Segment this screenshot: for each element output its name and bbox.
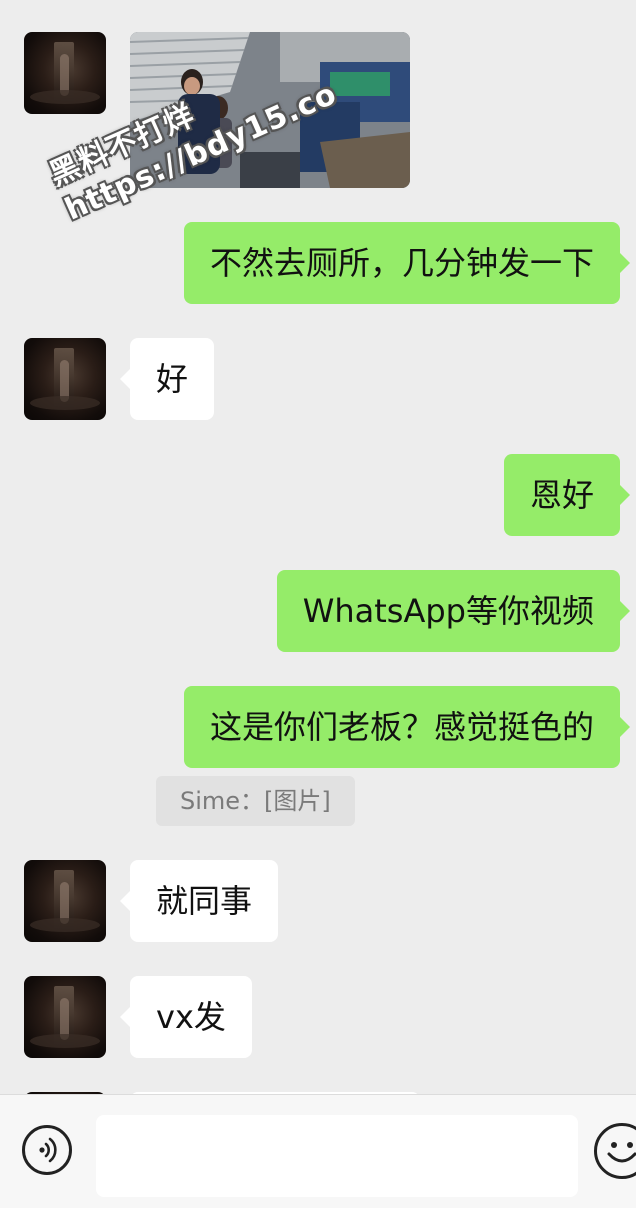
quoted-message[interactable]: Sime：[图片] — [156, 776, 355, 826]
message-bubble-incoming[interactable]: vx发 — [120, 976, 252, 1058]
message-bubble-outgoing[interactable]: 不然去厕所，几分钟发一下 — [183, 222, 631, 304]
input-bar — [0, 1094, 636, 1208]
emoji-icon[interactable] — [594, 1123, 636, 1179]
message-bubble-incoming[interactable]: 好 — [119, 338, 215, 420]
contact-avatar[interactable] — [24, 976, 106, 1058]
contact-avatar[interactable] — [24, 860, 106, 942]
message-input[interactable] — [96, 1115, 578, 1197]
message-bubble-outgoing[interactable]: 这是你们老板？感觉挺色的 — [183, 686, 631, 768]
message-bubble-outgoing[interactable]: 恩好 — [503, 454, 631, 536]
contact-avatar[interactable] — [24, 32, 106, 114]
voice-icon[interactable] — [22, 1125, 72, 1175]
message-bubble-outgoing[interactable]: WhatsApp等你视频 — [276, 570, 631, 652]
contact-avatar[interactable] — [24, 338, 106, 420]
message-bubble-incoming[interactable]: 就同事 — [119, 860, 279, 942]
